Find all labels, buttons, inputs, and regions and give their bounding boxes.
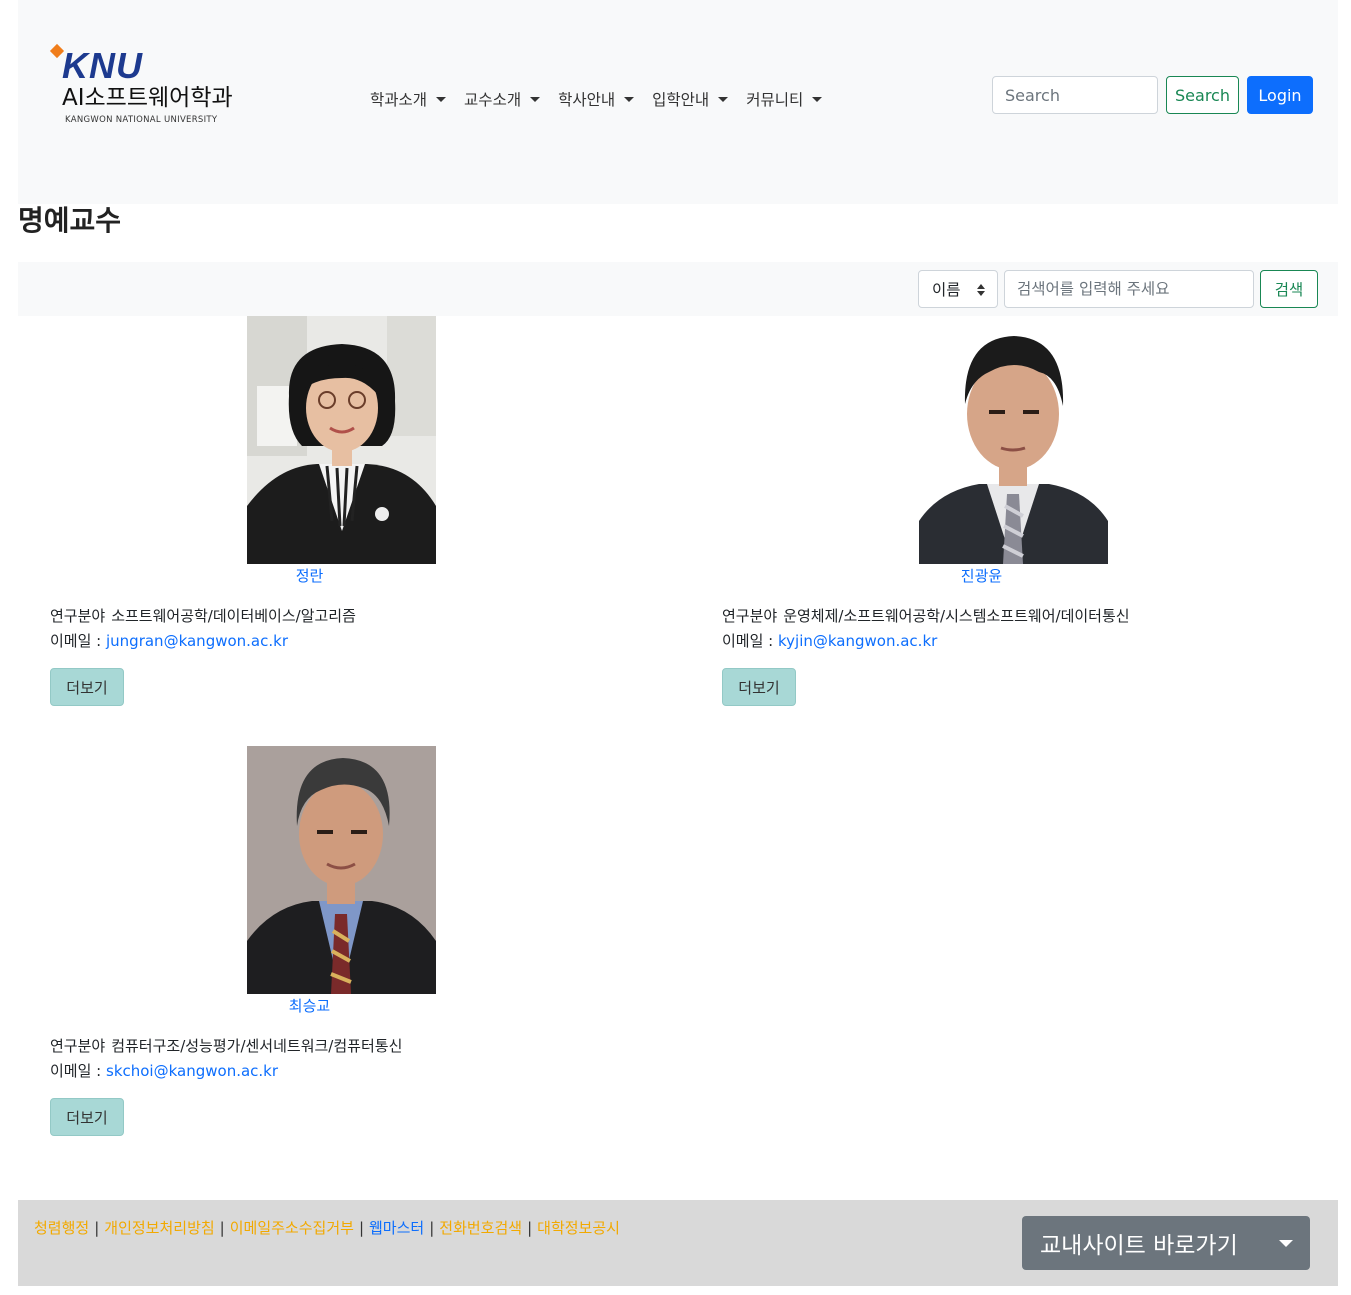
filter-bar: 이름 검색: [18, 262, 1338, 316]
caret-down-icon: [812, 96, 823, 102]
menu-admission-guide[interactable]: 입학안내: [652, 88, 729, 110]
professor-photo[interactable]: [919, 316, 1108, 564]
site-search-button[interactable]: Search: [1166, 76, 1239, 114]
logo-brand: KNU: [62, 45, 143, 86]
menu-community[interactable]: 커뮤니티: [746, 88, 823, 110]
research-field: 연구분야 컴퓨터구조/성능평가/센서네트워크/컴퓨터통신: [50, 1036, 402, 1056]
logo-university-name: KANGWON NATIONAL UNIVERSITY: [65, 115, 218, 125]
footer-separator: |: [94, 1219, 100, 1237]
menu-label: 커뮤니티: [746, 91, 804, 109]
professor-name-link[interactable]: 진광윤: [690, 566, 1273, 586]
more-button[interactable]: 더보기: [50, 668, 124, 706]
professor-name-link[interactable]: 정란: [18, 566, 601, 586]
email-label: 이메일 :: [50, 1062, 106, 1080]
keyword-input[interactable]: [1004, 270, 1254, 308]
email-row: 이메일 : skchoi@kangwon.ac.kr: [50, 1061, 278, 1081]
footer-link-privacy[interactable]: 개인정보처리방침: [104, 1219, 214, 1237]
research-field: 연구분야 운영체제/소프트웨어공학/시스템소프트웨어/데이터통신: [722, 606, 1130, 626]
campus-sites-label: 교내사이트 바로가기: [1040, 1233, 1238, 1259]
select-updown-icon: [977, 283, 985, 297]
research-field: 연구분야 소프트웨어공학/데이터베이스/알고리즘: [50, 606, 356, 626]
email-label: 이메일 :: [722, 632, 778, 650]
professor-card: 정란 연구분야 소프트웨어공학/데이터베이스/알고리즘 이메일 : jungran…: [18, 316, 618, 716]
menu-label: 입학안내: [652, 91, 710, 109]
campus-sites-dropdown[interactable]: 교내사이트 바로가기: [1022, 1216, 1310, 1270]
footer-separator: |: [429, 1219, 435, 1237]
research-field-value: 운영체제/소프트웨어공학/시스템소프트웨어/데이터통신: [783, 607, 1130, 625]
email-link[interactable]: kyjin@kangwon.ac.kr: [778, 632, 937, 650]
login-button[interactable]: Login: [1247, 76, 1313, 114]
page-title: 명예교수: [18, 204, 122, 237]
email-link[interactable]: jungran@kangwon.ac.kr: [106, 632, 288, 650]
menu-faculty-intro[interactable]: 교수소개: [464, 88, 541, 110]
professor-photo[interactable]: [247, 316, 436, 564]
caret-down-icon: [530, 96, 541, 102]
professor-card: 진광윤 연구분야 운영체제/소프트웨어공학/시스템소프트웨어/데이터통신 이메일 …: [690, 316, 1290, 716]
logo-department-name: AI소프트웨어학과: [62, 85, 233, 111]
footer-link-email-refusal[interactable]: 이메일주소수집거부: [230, 1219, 354, 1237]
research-field-value: 컴퓨터구조/성능평가/센서네트워크/컴퓨터통신: [111, 1037, 403, 1055]
more-button[interactable]: 더보기: [722, 668, 796, 706]
menu-label: 교수소개: [464, 91, 522, 109]
footer-link-phone-search[interactable]: 전화번호검색: [439, 1219, 522, 1237]
email-row: 이메일 : jungran@kangwon.ac.kr: [50, 631, 288, 651]
menu-label: 학사안내: [558, 91, 616, 109]
menu-label: 학과소개: [370, 91, 428, 109]
menu-dept-intro[interactable]: 학과소개: [370, 88, 447, 110]
footer-links: 청렴행정 | 개인정보처리방침 | 이메일주소수집거부 | 웹마스터 | 전화번호검색 | 대학정보…: [34, 1218, 620, 1238]
search-field-select-value: 이름: [932, 281, 961, 299]
email-row: 이메일 : kyjin@kangwon.ac.kr: [722, 631, 937, 651]
more-button[interactable]: 더보기: [50, 1098, 124, 1136]
menu-academic-guide[interactable]: 학사안내: [558, 88, 635, 110]
footer-link-integrity[interactable]: 청렴행정: [34, 1219, 89, 1237]
professor-name-link[interactable]: 최승교: [18, 996, 601, 1016]
research-field-label: 연구분야: [50, 607, 106, 625]
department-logo[interactable]: KNU AI소프트웨어학과 KANGWON NATIONAL UNIVERSIT…: [48, 42, 288, 132]
search-field-select[interactable]: 이름: [918, 270, 998, 308]
caret-down-icon: [436, 96, 447, 102]
main-menu: 학과소개 교수소개 학사안내 입학안내 커뮤니티: [370, 86, 840, 112]
professor-photo[interactable]: [247, 746, 436, 994]
caret-down-icon: [1279, 1240, 1293, 1247]
research-field-label: 연구분야: [722, 607, 778, 625]
footer-link-webmaster[interactable]: 웹마스터: [369, 1219, 424, 1237]
research-field-value: 소프트웨어공학/데이터베이스/알고리즘: [111, 607, 356, 625]
footer: 청렴행정 | 개인정보처리방침 | 이메일주소수집거부 | 웹마스터 | 전화번호검색 | 대학정보…: [18, 1200, 1338, 1286]
research-field-label: 연구분야: [50, 1037, 106, 1055]
keyword-search-button[interactable]: 검색: [1260, 270, 1318, 308]
professor-card: 최승교 연구분야 컴퓨터구조/성능평가/센서네트워크/컴퓨터통신 이메일 : sk…: [18, 746, 618, 1146]
footer-separator: |: [219, 1219, 225, 1237]
navbar: KNU AI소프트웨어학과 KANGWON NATIONAL UNIVERSIT…: [18, 0, 1338, 204]
footer-separator: |: [358, 1219, 364, 1237]
footer-separator: |: [527, 1219, 533, 1237]
site-search-input[interactable]: [992, 76, 1158, 114]
email-link[interactable]: skchoi@kangwon.ac.kr: [106, 1062, 278, 1080]
caret-down-icon: [718, 96, 729, 102]
footer-link-disclosure[interactable]: 대학정보공시: [537, 1219, 620, 1237]
caret-down-icon: [624, 96, 635, 102]
email-label: 이메일 :: [50, 632, 106, 650]
